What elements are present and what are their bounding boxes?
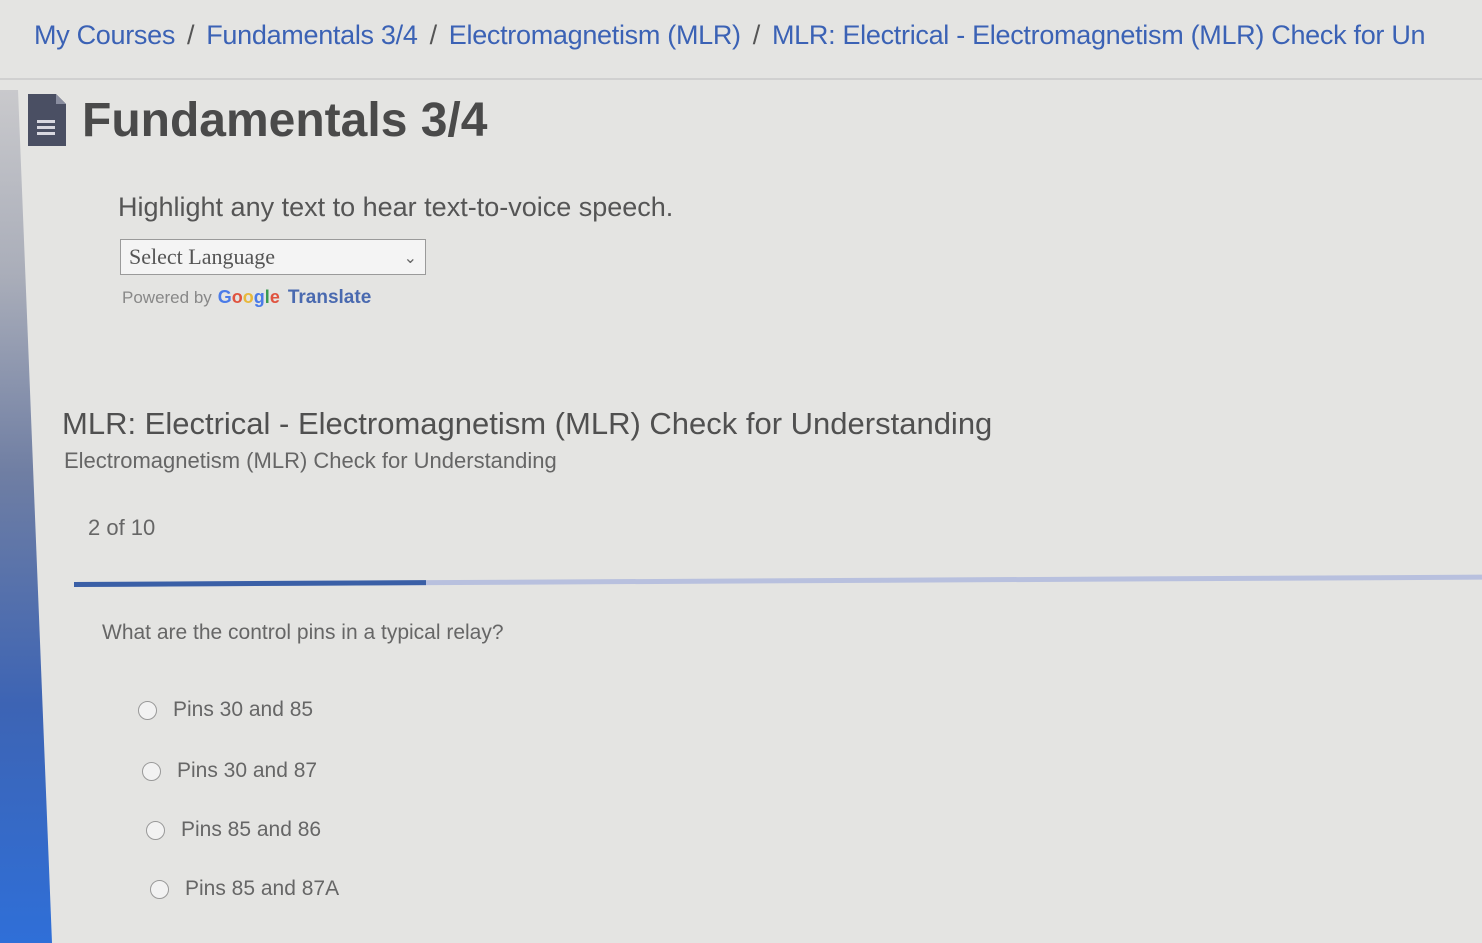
answer-option-2[interactable]: Pins 30 and 87 [142, 759, 317, 783]
breadcrumb-separator: / [752, 20, 761, 50]
progress-bar-fill [73, 580, 427, 587]
page-title: Fundamentals 3/4 [82, 93, 488, 147]
breadcrumb: My Courses / Fundamentals 3/4 / Electromagne… [34, 20, 1426, 51]
answer-option-1[interactable]: Pins 30 and 85 [138, 698, 313, 722]
radio-button[interactable] [142, 761, 161, 781]
answer-option-label: Pins 85 and 87A [185, 877, 340, 900]
breadcrumb-current-quiz[interactable]: MLR: Electrical - Electromagnetism (MLR)… [772, 20, 1426, 50]
breadcrumb-separator: / [187, 20, 195, 50]
language-select[interactable]: Select Language ⌄ [120, 239, 426, 275]
breadcrumb-fundamentals[interactable]: Fundamentals 3/4 [206, 20, 418, 50]
google-translate-attribution: Powered by Google Translate [122, 287, 371, 309]
answer-option-4[interactable]: Pins 85 and 87A [150, 877, 339, 901]
breadcrumb-electromagnetism[interactable]: Electromagnetism (MLR) [449, 20, 741, 50]
quiz-subtitle: Electromagnetism (MLR) Check for Underst… [64, 448, 557, 473]
answer-option-label: Pins 30 and 85 [173, 698, 314, 721]
chevron-down-icon: ⌄ [403, 247, 417, 267]
radio-button[interactable] [146, 820, 165, 840]
course-page: My Courses / Fundamentals 3/4 / Electromagne… [0, 0, 1482, 943]
breadcrumb-separator: / [429, 20, 438, 50]
question-text: What are the control pins in a typical r… [102, 621, 504, 644]
answer-option-3[interactable]: Pins 85 and 86 [146, 818, 321, 842]
breadcrumb-my-courses[interactable]: My Courses [34, 20, 175, 50]
language-select-value: Select Language [129, 244, 275, 269]
radio-button[interactable] [138, 700, 157, 720]
document-icon [26, 92, 68, 148]
header-divider [0, 78, 1482, 80]
google-logo: Google [217, 287, 280, 307]
page-header: Fundamentals 3/4 [26, 92, 487, 148]
text-to-speech-note: Highlight any text to hear text-to-voice… [118, 192, 674, 222]
powered-by-label: Powered by [122, 288, 212, 307]
question-progress-text: 2 of 10 [88, 515, 156, 540]
quiz-title: MLR: Electrical - Electromagnetism (MLR)… [62, 406, 993, 441]
answer-option-label: Pins 30 and 87 [177, 759, 318, 782]
translate-link[interactable]: Translate [288, 287, 371, 309]
progress-bar [73, 574, 1482, 587]
radio-button[interactable] [150, 879, 169, 899]
answer-option-label: Pins 85 and 86 [181, 818, 322, 841]
